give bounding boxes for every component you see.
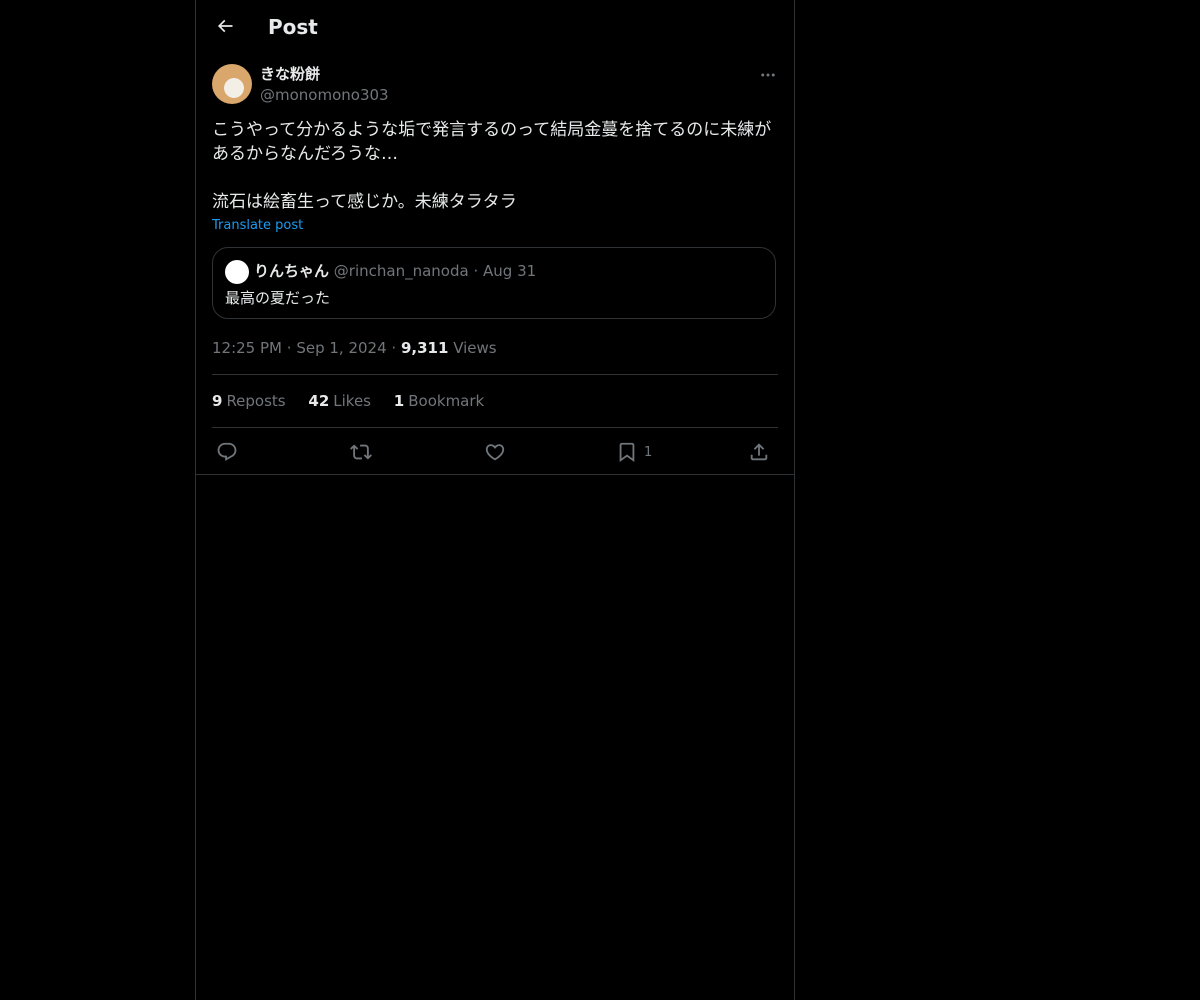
share-icon (750, 443, 768, 461)
quote-header: りんちゃん @rinchan_nanoda · Aug 31 (254, 261, 536, 281)
reposts-stat[interactable]: 9 Reposts (212, 392, 286, 410)
engagement-stats: 9 Reposts 42 Likes 1 Bookmark (212, 391, 502, 411)
quote-author-handle: @rinchan_nanoda (333, 262, 469, 280)
reposts-label: Reposts (226, 392, 286, 410)
avatar[interactable] (212, 64, 252, 104)
repost-icon (350, 444, 372, 460)
quote-separator: · (473, 262, 479, 280)
bookmarks-label: Bookmark (408, 392, 485, 410)
arrow-left-icon (217, 19, 233, 33)
divider-2 (212, 427, 778, 428)
bookmarks-count: 1 (393, 392, 405, 410)
bookmark-icon (619, 442, 635, 463)
post-text: こうやって分かるような垢で発言するのって結局金蔓を捨てるのに未練があるからなんだ… (212, 120, 772, 212)
author-handle[interactable]: @monomono303 (260, 85, 389, 105)
heart-icon (485, 444, 505, 461)
bookmarks-stat[interactable]: 1 Bookmark (394, 392, 484, 410)
post-time[interactable]: 12:25 PM (212, 339, 282, 357)
reposts-count: 9 (212, 392, 223, 410)
likes-label: Likes (333, 392, 372, 410)
likes-stat[interactable]: 42 Likes (308, 392, 371, 410)
views-count: 9,311 (400, 339, 449, 357)
quote-author-name: りんちゃん (254, 262, 330, 280)
action-bar: 1 (212, 439, 778, 465)
repost-button[interactable] (350, 439, 372, 465)
meta-separator-2: · (391, 339, 397, 357)
like-button[interactable] (484, 439, 506, 465)
bookmark-action-count: 1 (644, 444, 653, 460)
meta-separator: · (286, 339, 292, 357)
page-header: Post (196, 0, 794, 53)
author-display-name[interactable]: きな粉餅 (260, 64, 320, 84)
bookmark-button[interactable]: 1 (616, 439, 652, 465)
quoted-post-card[interactable]: りんちゃん @rinchan_nanoda · Aug 31 最高の夏だった (212, 247, 776, 319)
post-date[interactable]: Sep 1, 2024 (296, 339, 386, 357)
post-meta: 12:25 PM · Sep 1, 2024 · 9,311 Views (212, 338, 497, 358)
quote-text: 最高の夏だった (225, 289, 331, 307)
divider (212, 374, 778, 375)
post-column: Post きな粉餅 @monomono303 こうやって分かるような垢で発言する… (195, 0, 795, 1000)
divider-3 (196, 474, 794, 475)
share-button[interactable] (748, 439, 770, 465)
quote-avatar (225, 260, 249, 284)
translate-post-link[interactable]: Translate post (212, 218, 303, 233)
page-title: Post (268, 15, 318, 39)
more-options-button[interactable] (756, 64, 780, 86)
quote-date: Aug 31 (483, 262, 537, 280)
likes-count: 42 (308, 392, 330, 410)
more-horizontal-icon (761, 73, 775, 77)
back-button[interactable] (208, 9, 242, 43)
reply-button[interactable] (216, 439, 238, 465)
reply-icon (217, 442, 237, 461)
views-label: Views (453, 339, 497, 357)
